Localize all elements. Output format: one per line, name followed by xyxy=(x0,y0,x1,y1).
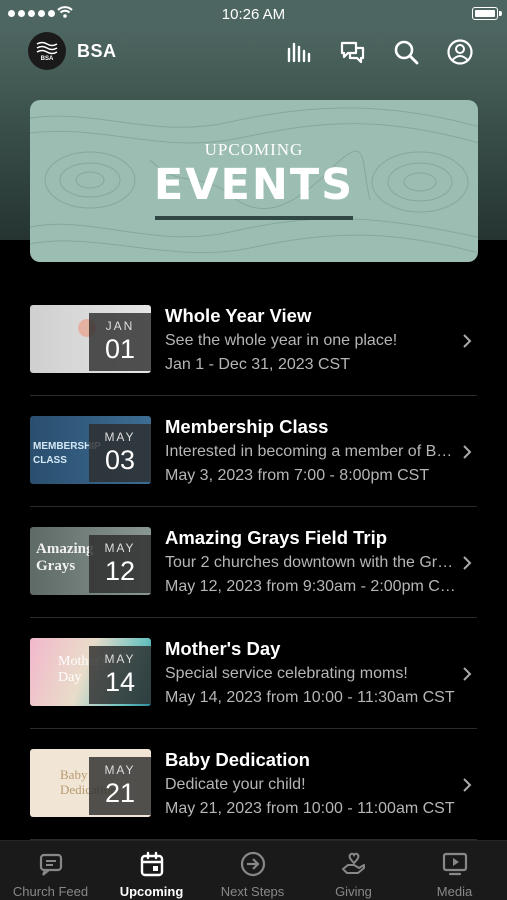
chevron-right-icon xyxy=(463,778,472,792)
event-date: May 12, 2023 from 9:30am - 2:00pm CST xyxy=(165,578,458,595)
event-row[interactable]: JAN 01 Whole Year View See the whole yea… xyxy=(0,285,507,396)
event-day: 14 xyxy=(104,667,136,697)
event-title: Mother's Day xyxy=(165,638,281,659)
event-row[interactable]: Amazing Grays MAY 12 Amazing Grays Field… xyxy=(0,507,507,618)
arrow-circle-icon xyxy=(240,851,266,877)
upcoming-events-banner: UPCOMING EVENTS xyxy=(30,100,478,262)
status-bar: 10:26 AM xyxy=(0,0,507,28)
tab-label: Media xyxy=(436,884,473,899)
event-day: 03 xyxy=(104,445,136,475)
event-row[interactable]: Baby Dedication MAY 21 Baby Dedication D… xyxy=(0,729,507,840)
event-month: MAY xyxy=(104,430,136,444)
event-date-badge: JAN 01 xyxy=(89,313,151,371)
event-month: MAY xyxy=(104,652,136,666)
event-thumbnail: Amazing Grays MAY 12 xyxy=(30,527,151,595)
brand-name: BSA xyxy=(77,41,117,61)
feed-icon xyxy=(39,853,63,876)
event-date-badge: MAY 21 xyxy=(89,757,151,815)
bars-chart-icon[interactable] xyxy=(285,38,313,66)
banner-subtitle: UPCOMING xyxy=(204,140,304,159)
battery-icon xyxy=(472,7,502,20)
event-subtitle: Interested in becoming a member of BSA? xyxy=(165,443,458,460)
tab-label: Next Steps xyxy=(220,884,285,899)
event-month: MAY xyxy=(104,541,136,555)
chevron-right-icon xyxy=(463,667,472,681)
bottom-tab-bar: Church Feed Upcoming Next Steps Giving M… xyxy=(0,840,507,900)
tab-giving[interactable]: Giving xyxy=(303,841,404,900)
church-logo[interactable]: BSA xyxy=(28,32,66,70)
event-title: Amazing Grays Field Trip xyxy=(165,527,388,548)
tab-media[interactable]: Media xyxy=(404,841,505,900)
event-day: 21 xyxy=(104,778,136,808)
banner-divider xyxy=(155,216,353,220)
event-date: May 21, 2023 from 10:00 - 11:00am CST xyxy=(165,800,455,817)
tab-next-steps[interactable]: Next Steps xyxy=(202,841,303,900)
event-list: JAN 01 Whole Year View See the whole yea… xyxy=(0,285,507,840)
tab-church-feed[interactable]: Church Feed xyxy=(0,841,101,900)
chevron-right-icon xyxy=(463,556,472,570)
banner-title: EVENTS xyxy=(153,160,355,210)
tab-label: Giving xyxy=(335,884,372,899)
event-subtitle: Special service celebrating moms! xyxy=(165,665,408,682)
event-subtitle: Tour 2 churches downtown with the Grays xyxy=(165,554,458,571)
chat-icon[interactable] xyxy=(339,38,367,66)
event-date-badge: MAY 14 xyxy=(89,646,151,704)
tab-label: Church Feed xyxy=(12,884,89,899)
event-thumbnail: Mother's Day MAY 14 xyxy=(30,638,151,706)
event-title: Baby Dedication xyxy=(165,749,310,770)
event-title: Whole Year View xyxy=(165,305,312,326)
event-subtitle: See the whole year in one place! xyxy=(165,332,398,349)
event-month: MAY xyxy=(104,763,136,777)
profile-icon[interactable] xyxy=(446,38,474,66)
event-thumbnail: MEMBERSHIP CLASS MAY 03 xyxy=(30,416,151,484)
event-date: May 14, 2023 from 10:00 - 11:30am CST xyxy=(165,689,455,706)
chevron-right-icon xyxy=(463,445,472,459)
thumbnail-caption: Amazing Grays xyxy=(36,541,94,574)
event-row[interactable]: MEMBERSHIP CLASS MAY 03 Membership Class… xyxy=(0,396,507,507)
event-month: JAN xyxy=(105,319,135,333)
event-day: 12 xyxy=(104,556,136,586)
giving-hand-icon xyxy=(342,852,365,874)
search-icon[interactable] xyxy=(392,38,420,66)
event-row[interactable]: Mother's Day MAY 14 Mother's Day Special… xyxy=(0,618,507,729)
tab-label: Upcoming xyxy=(119,884,184,899)
event-date: Jan 1 - Dec 31, 2023 CST xyxy=(165,356,350,373)
media-tv-icon xyxy=(442,852,468,876)
status-time: 10:26 AM xyxy=(221,6,286,23)
chevron-right-icon xyxy=(463,334,472,348)
event-subtitle: Dedicate your child! xyxy=(165,776,306,793)
event-date: May 3, 2023 from 7:00 - 8:00pm CST xyxy=(165,467,430,484)
tab-upcoming[interactable]: Upcoming xyxy=(101,841,202,900)
event-thumbnail: JAN 01 xyxy=(30,305,151,373)
event-day: 01 xyxy=(104,334,136,364)
logo-text: BSA xyxy=(40,56,54,62)
event-date-badge: MAY 03 xyxy=(89,424,151,482)
event-date-badge: MAY 12 xyxy=(89,535,151,593)
calendar-icon xyxy=(140,851,164,877)
event-title: Membership Class xyxy=(165,416,329,437)
event-thumbnail: Baby Dedication MAY 21 xyxy=(30,749,151,817)
